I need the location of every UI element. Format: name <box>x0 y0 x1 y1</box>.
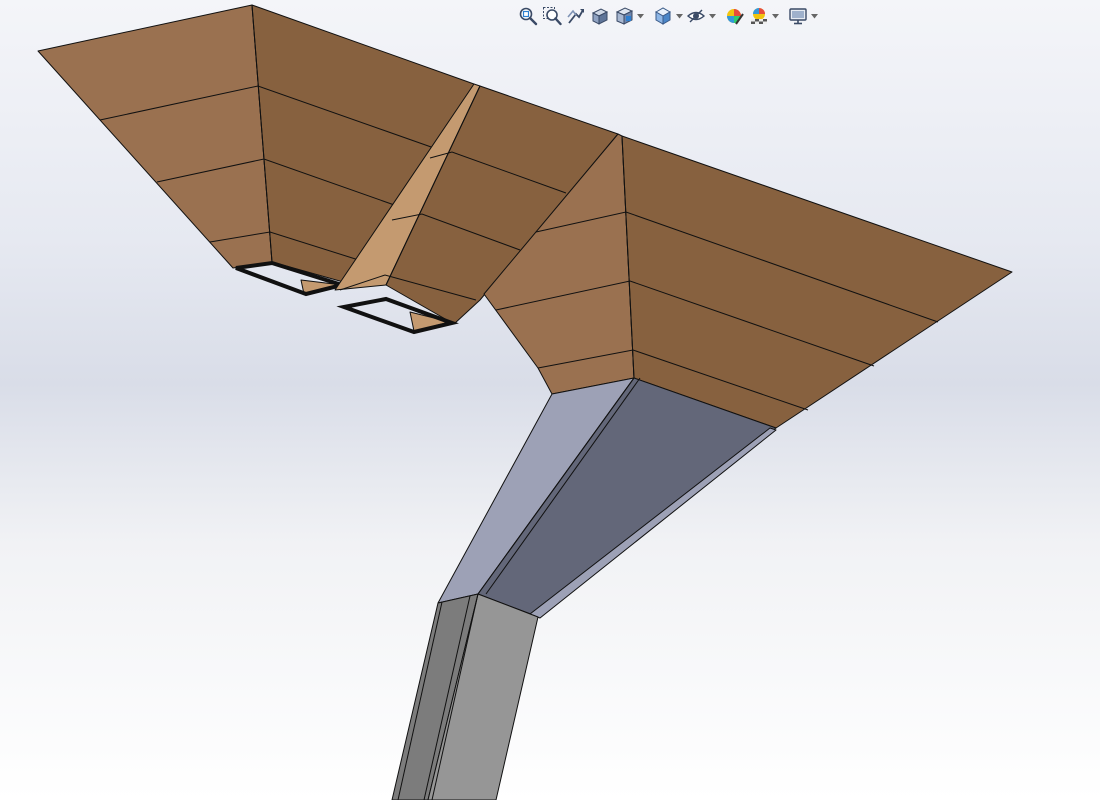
view-orientation-dropdown[interactable] <box>636 4 645 28</box>
section-view-button[interactable] <box>588 4 612 28</box>
view-settings-button[interactable] <box>786 4 810 28</box>
view-orientation-button[interactable] <box>612 4 636 28</box>
apply-scene-icon <box>751 8 767 24</box>
hide-show-items-icon <box>686 9 706 23</box>
zoom-to-area-button[interactable] <box>540 4 564 28</box>
display-style-button[interactable] <box>651 4 675 28</box>
graphics-area[interactable] <box>0 0 1100 800</box>
model-view[interactable] <box>0 0 1100 800</box>
dropdown-arrow-icon <box>676 13 683 18</box>
dropdown-arrow-icon <box>811 13 818 18</box>
zoom-to-fit-icon <box>519 7 538 26</box>
hopper-right-face-front <box>621 135 1013 429</box>
previous-view-button[interactable] <box>564 4 588 28</box>
dropdown-arrow-icon <box>772 13 779 18</box>
section-view-icon <box>591 8 609 25</box>
apply-scene-dropdown[interactable] <box>771 4 780 28</box>
zoom-to-area-icon <box>543 7 562 26</box>
heads-up-view-toolbar <box>516 4 819 28</box>
zoom-to-fit-button[interactable] <box>516 4 540 28</box>
hide-show-items-button[interactable] <box>684 4 708 28</box>
display-style-icon <box>654 7 672 25</box>
dropdown-arrow-icon <box>637 13 644 18</box>
hopper-left-face-left <box>37 4 273 269</box>
downpipe[interactable] <box>391 593 539 800</box>
view-orientation-icon <box>615 7 634 25</box>
hide-show-items-dropdown[interactable] <box>708 4 717 28</box>
display-style-dropdown[interactable] <box>675 4 684 28</box>
apply-scene-button[interactable] <box>747 4 771 28</box>
view-settings-dropdown[interactable] <box>810 4 819 28</box>
previous-view-icon <box>567 9 584 24</box>
edit-appearance-icon <box>727 9 744 25</box>
edit-appearance-button[interactable] <box>723 4 747 28</box>
transition-duct[interactable] <box>437 377 777 619</box>
dropdown-arrow-icon <box>709 13 716 18</box>
view-settings-icon <box>789 8 807 25</box>
